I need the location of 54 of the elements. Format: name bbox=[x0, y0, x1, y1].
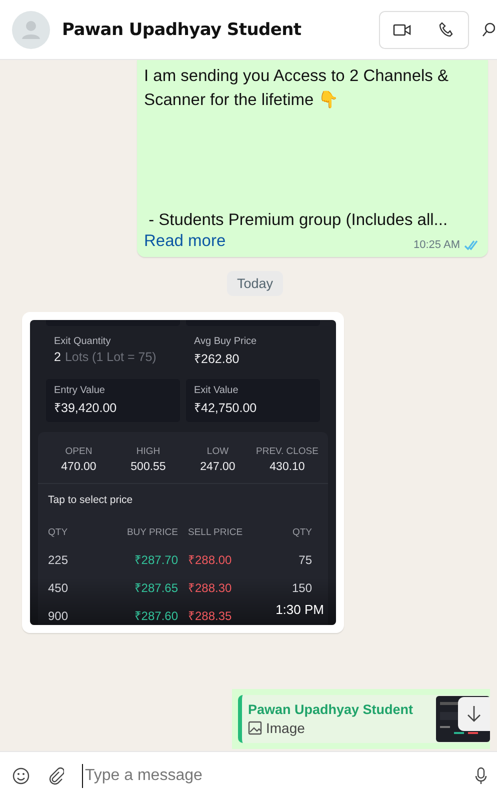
stat-label: LOW bbox=[206, 446, 229, 457]
contact-name: Pawan Upadhyay Student bbox=[62, 20, 302, 40]
table-cell-text: ₹287.60 bbox=[133, 608, 178, 625]
attach-button[interactable] bbox=[48, 767, 64, 785]
hint-text: Tap to select price bbox=[47, 493, 134, 508]
table-cell-text: ₹287.65 bbox=[133, 580, 178, 597]
read-more-link[interactable]: Read more bbox=[144, 232, 226, 251]
message-time: 1:30 PM bbox=[276, 602, 324, 617]
table-cell-text: 900 bbox=[48, 608, 70, 625]
smiley-icon bbox=[12, 767, 30, 785]
date-chip: Today bbox=[226, 271, 284, 296]
stat-label: PREV. CLOSE bbox=[256, 446, 318, 457]
field-value: ₹39,420.00 bbox=[54, 400, 118, 416]
table-cell-text: 75 bbox=[298, 552, 312, 569]
field-value: 2 bbox=[54, 350, 61, 364]
stat-value: 247.00 bbox=[200, 461, 236, 473]
field-label: Exit Quantity bbox=[54, 336, 112, 347]
table-cell-text: ₹288.30 bbox=[187, 580, 233, 597]
microphone-button[interactable] bbox=[475, 767, 487, 785]
table-cell-text: 450 bbox=[48, 580, 70, 597]
stat-label: HIGH bbox=[136, 446, 160, 457]
phone-icon bbox=[439, 22, 453, 38]
paperclip-icon bbox=[48, 767, 64, 785]
table-cell-text: 150 bbox=[290, 580, 312, 597]
stat-value: 430.10 bbox=[270, 461, 305, 473]
video-camera-icon bbox=[393, 22, 411, 36]
field-label: Avg Buy Price bbox=[194, 336, 258, 347]
table-cell-text: ₹288.35 bbox=[187, 608, 233, 625]
microphone-icon bbox=[475, 767, 487, 785]
column-header: QTY bbox=[48, 526, 69, 540]
table-cell-text: 225 bbox=[48, 552, 70, 569]
field-value: ₹42,750.00 bbox=[194, 400, 258, 416]
stat-value: 500.55 bbox=[130, 461, 166, 473]
message-text: I am sending you Access to 2 Channels & Scanner for the lifetime 👇 - Students Premium group (Includes all... bbox=[144, 66, 450, 231]
column-header: SELL PRICE bbox=[187, 526, 244, 540]
column-header: QTY bbox=[291, 526, 312, 540]
image-icon bbox=[248, 721, 262, 735]
search-icon bbox=[481, 22, 495, 38]
stat-value: 470.00 bbox=[61, 461, 96, 473]
stat-label: OPEN bbox=[65, 446, 92, 457]
table-cell-text: ₹288.00 bbox=[187, 552, 233, 569]
scroll-down-button[interactable] bbox=[458, 697, 490, 731]
field-label: Entry Value bbox=[54, 385, 106, 396]
quoted-kind: Image bbox=[266, 720, 305, 736]
avatar-icon bbox=[12, 10, 50, 48]
emoji-button[interactable] bbox=[12, 767, 30, 785]
table-cell-text: ₹287.70 bbox=[133, 552, 178, 569]
quoted-sender: Pawan Upadhyay Student bbox=[248, 702, 414, 717]
column-header: BUY PRICE bbox=[126, 526, 178, 540]
field-note: Lots (1 Lot = 75) bbox=[64, 350, 156, 364]
arrow-down-icon bbox=[467, 705, 481, 723]
field-value: ₹262.80 bbox=[194, 351, 240, 367]
message-time: 10:25 AM bbox=[414, 239, 460, 251]
field-label: Exit Value bbox=[194, 385, 240, 396]
